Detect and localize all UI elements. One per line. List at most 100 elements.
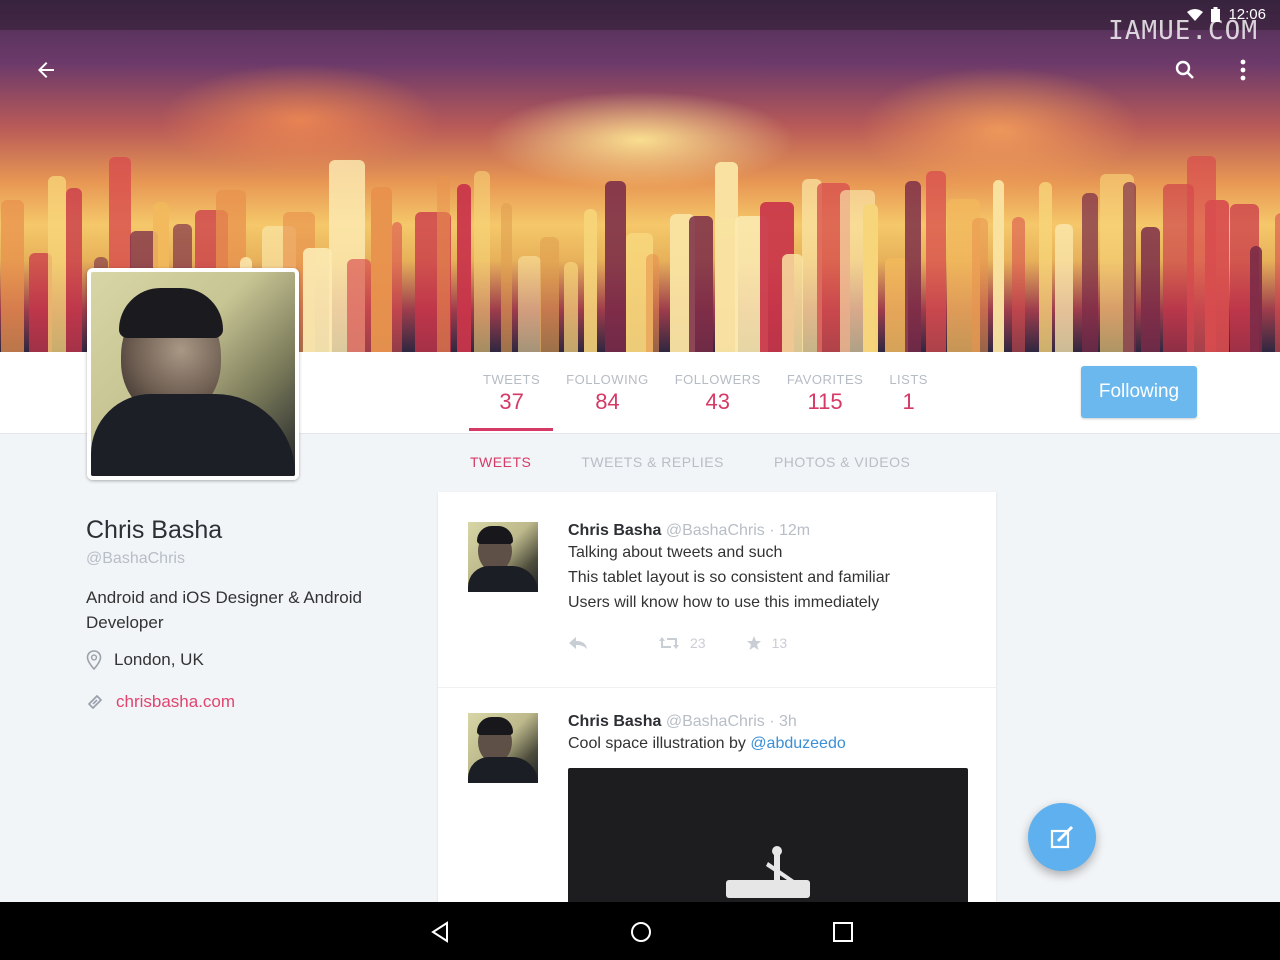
banner-decoration bbox=[1275, 212, 1280, 352]
banner-decoration bbox=[457, 184, 472, 352]
stat-label: FOLLOWERS bbox=[674, 372, 761, 387]
tweet-header: Chris Basha @BashaChris · 12m bbox=[568, 522, 968, 540]
stat-label: FAVORITES bbox=[786, 372, 864, 387]
banner-decoration bbox=[781, 253, 804, 352]
nav-home-button[interactable] bbox=[627, 918, 655, 946]
tweet-text-content: Cool space illustration by bbox=[568, 735, 751, 752]
banner-decoration bbox=[688, 215, 713, 352]
profile-website[interactable]: chrisbasha.com bbox=[86, 692, 235, 712]
tweet-mention[interactable]: @abduzeedo bbox=[750, 735, 845, 752]
space-illustration bbox=[726, 846, 810, 898]
overflow-menu-button[interactable] bbox=[1223, 50, 1263, 90]
banner-decoration bbox=[1250, 246, 1263, 352]
banner-decoration bbox=[971, 217, 989, 352]
tweet-author: Chris Basha bbox=[568, 713, 662, 730]
link-icon bbox=[88, 695, 102, 709]
stat-value: 115 bbox=[807, 389, 843, 414]
website-link[interactable]: chrisbasha.com bbox=[116, 692, 235, 712]
back-arrow-icon bbox=[38, 62, 54, 78]
tweet-media-image[interactable] bbox=[568, 768, 968, 902]
status-bar: 12:06 bbox=[0, 0, 1280, 30]
profile-avatar[interactable] bbox=[87, 268, 299, 480]
stat-label: TWEETS bbox=[483, 372, 541, 387]
tweet-handle: @BashaChris bbox=[665, 522, 765, 539]
stat-following[interactable]: FOLLOWING 84 bbox=[553, 372, 662, 415]
compose-tweet-button[interactable] bbox=[1028, 803, 1096, 871]
banner-decoration bbox=[1140, 226, 1160, 352]
banner-decoration bbox=[646, 254, 659, 352]
reply-icon bbox=[569, 637, 587, 649]
banner-decoration bbox=[539, 236, 560, 352]
stat-value: 84 bbox=[595, 389, 620, 414]
tweet-header: Chris Basha @BashaChris · 3h bbox=[568, 713, 968, 731]
banner-decoration bbox=[48, 176, 66, 352]
banner-decoration bbox=[518, 256, 542, 352]
tweet-item[interactable]: Chris Basha @BashaChris · 12m Talking ab… bbox=[438, 492, 996, 687]
stat-tweets[interactable]: TWEETS 37 bbox=[470, 372, 553, 415]
banner-decoration bbox=[1122, 182, 1137, 352]
overflow-menu-icon bbox=[1240, 59, 1246, 81]
banner-decoration bbox=[391, 222, 402, 352]
banner-decoration bbox=[303, 247, 333, 352]
stat-value: 37 bbox=[499, 389, 524, 414]
banner-decoration bbox=[992, 180, 1005, 352]
tweet-avatar[interactable] bbox=[468, 522, 538, 592]
profile-name: Chris Basha bbox=[86, 516, 223, 544]
banner-decoration bbox=[925, 170, 947, 352]
location-pin-icon bbox=[86, 650, 102, 670]
banner-decoration bbox=[65, 188, 82, 352]
reply-button[interactable] bbox=[568, 636, 588, 650]
tweet-text-line: Users will know how to use this immediat… bbox=[568, 594, 880, 611]
following-button[interactable]: Following bbox=[1081, 366, 1197, 418]
tweet-item[interactable]: Chris Basha @BashaChris · 3h Cool space … bbox=[438, 687, 996, 902]
banner-decoration bbox=[905, 180, 922, 352]
banner-decoration bbox=[563, 261, 579, 352]
tweet-avatar[interactable] bbox=[468, 713, 538, 783]
stat-followers[interactable]: FOLLOWERS 43 bbox=[662, 372, 774, 415]
tweet-handle: @BashaChris bbox=[665, 713, 765, 730]
banner-decoration bbox=[1204, 199, 1230, 352]
banner-decoration bbox=[1055, 224, 1073, 352]
stat-label: LISTS bbox=[889, 372, 928, 387]
retweet-count: 23 bbox=[690, 635, 706, 651]
profile-tabs: TWEETS TWEETS & REPLIES PHOTOS & VIDEOS bbox=[470, 454, 910, 470]
retweet-button[interactable]: 23 bbox=[658, 635, 706, 651]
profile-stats: TWEETS 37 FOLLOWING 84 FOLLOWERS 43 FAVO… bbox=[470, 372, 941, 415]
stat-label: FOLLOWING bbox=[566, 372, 649, 387]
stat-favorites[interactable]: FAVORITES 115 bbox=[774, 372, 877, 415]
watermark: IAMUE.COM bbox=[1108, 16, 1258, 46]
tweet-list: Chris Basha @BashaChris · 12m Talking ab… bbox=[438, 492, 996, 902]
banner-decoration bbox=[371, 186, 392, 352]
retweet-icon bbox=[659, 637, 679, 649]
nav-back-icon bbox=[431, 921, 448, 943]
search-icon bbox=[1175, 60, 1194, 79]
banner-decoration bbox=[474, 170, 491, 352]
tab-photos-videos[interactable]: PHOTOS & VIDEOS bbox=[774, 454, 910, 470]
back-button[interactable] bbox=[26, 50, 66, 90]
tweet-text-line: This tablet layout is so consistent and … bbox=[568, 569, 890, 586]
nav-back-button[interactable] bbox=[426, 918, 454, 946]
banner-decoration bbox=[346, 259, 371, 352]
banner-decoration bbox=[437, 174, 451, 352]
active-stat-indicator bbox=[469, 428, 553, 431]
nav-recents-icon bbox=[833, 922, 853, 942]
tweet-text: Cool space illustration by @abduzeedo bbox=[568, 731, 968, 756]
profile-location: London, UK bbox=[86, 650, 204, 670]
stat-value: 43 bbox=[705, 389, 730, 414]
stat-lists[interactable]: LISTS 1 bbox=[876, 372, 941, 415]
nav-recents-button[interactable] bbox=[829, 918, 857, 946]
tweet-actions: 23 13 bbox=[568, 635, 968, 651]
favorite-count: 13 bbox=[771, 635, 788, 651]
tab-tweets[interactable]: TWEETS bbox=[470, 454, 531, 470]
search-button[interactable] bbox=[1165, 50, 1205, 90]
favorite-button[interactable]: 13 bbox=[746, 635, 788, 651]
tweet-author: Chris Basha bbox=[568, 522, 662, 539]
banner-decoration bbox=[862, 203, 878, 352]
compose-icon bbox=[1050, 825, 1074, 849]
banner-decoration bbox=[501, 202, 512, 352]
tab-tweets-replies[interactable]: TWEETS & REPLIES bbox=[581, 454, 724, 470]
star-icon bbox=[746, 636, 761, 650]
banner-decoration bbox=[1038, 181, 1053, 352]
tweet-time: · 12m bbox=[769, 522, 811, 539]
banner-decoration bbox=[1082, 192, 1099, 352]
